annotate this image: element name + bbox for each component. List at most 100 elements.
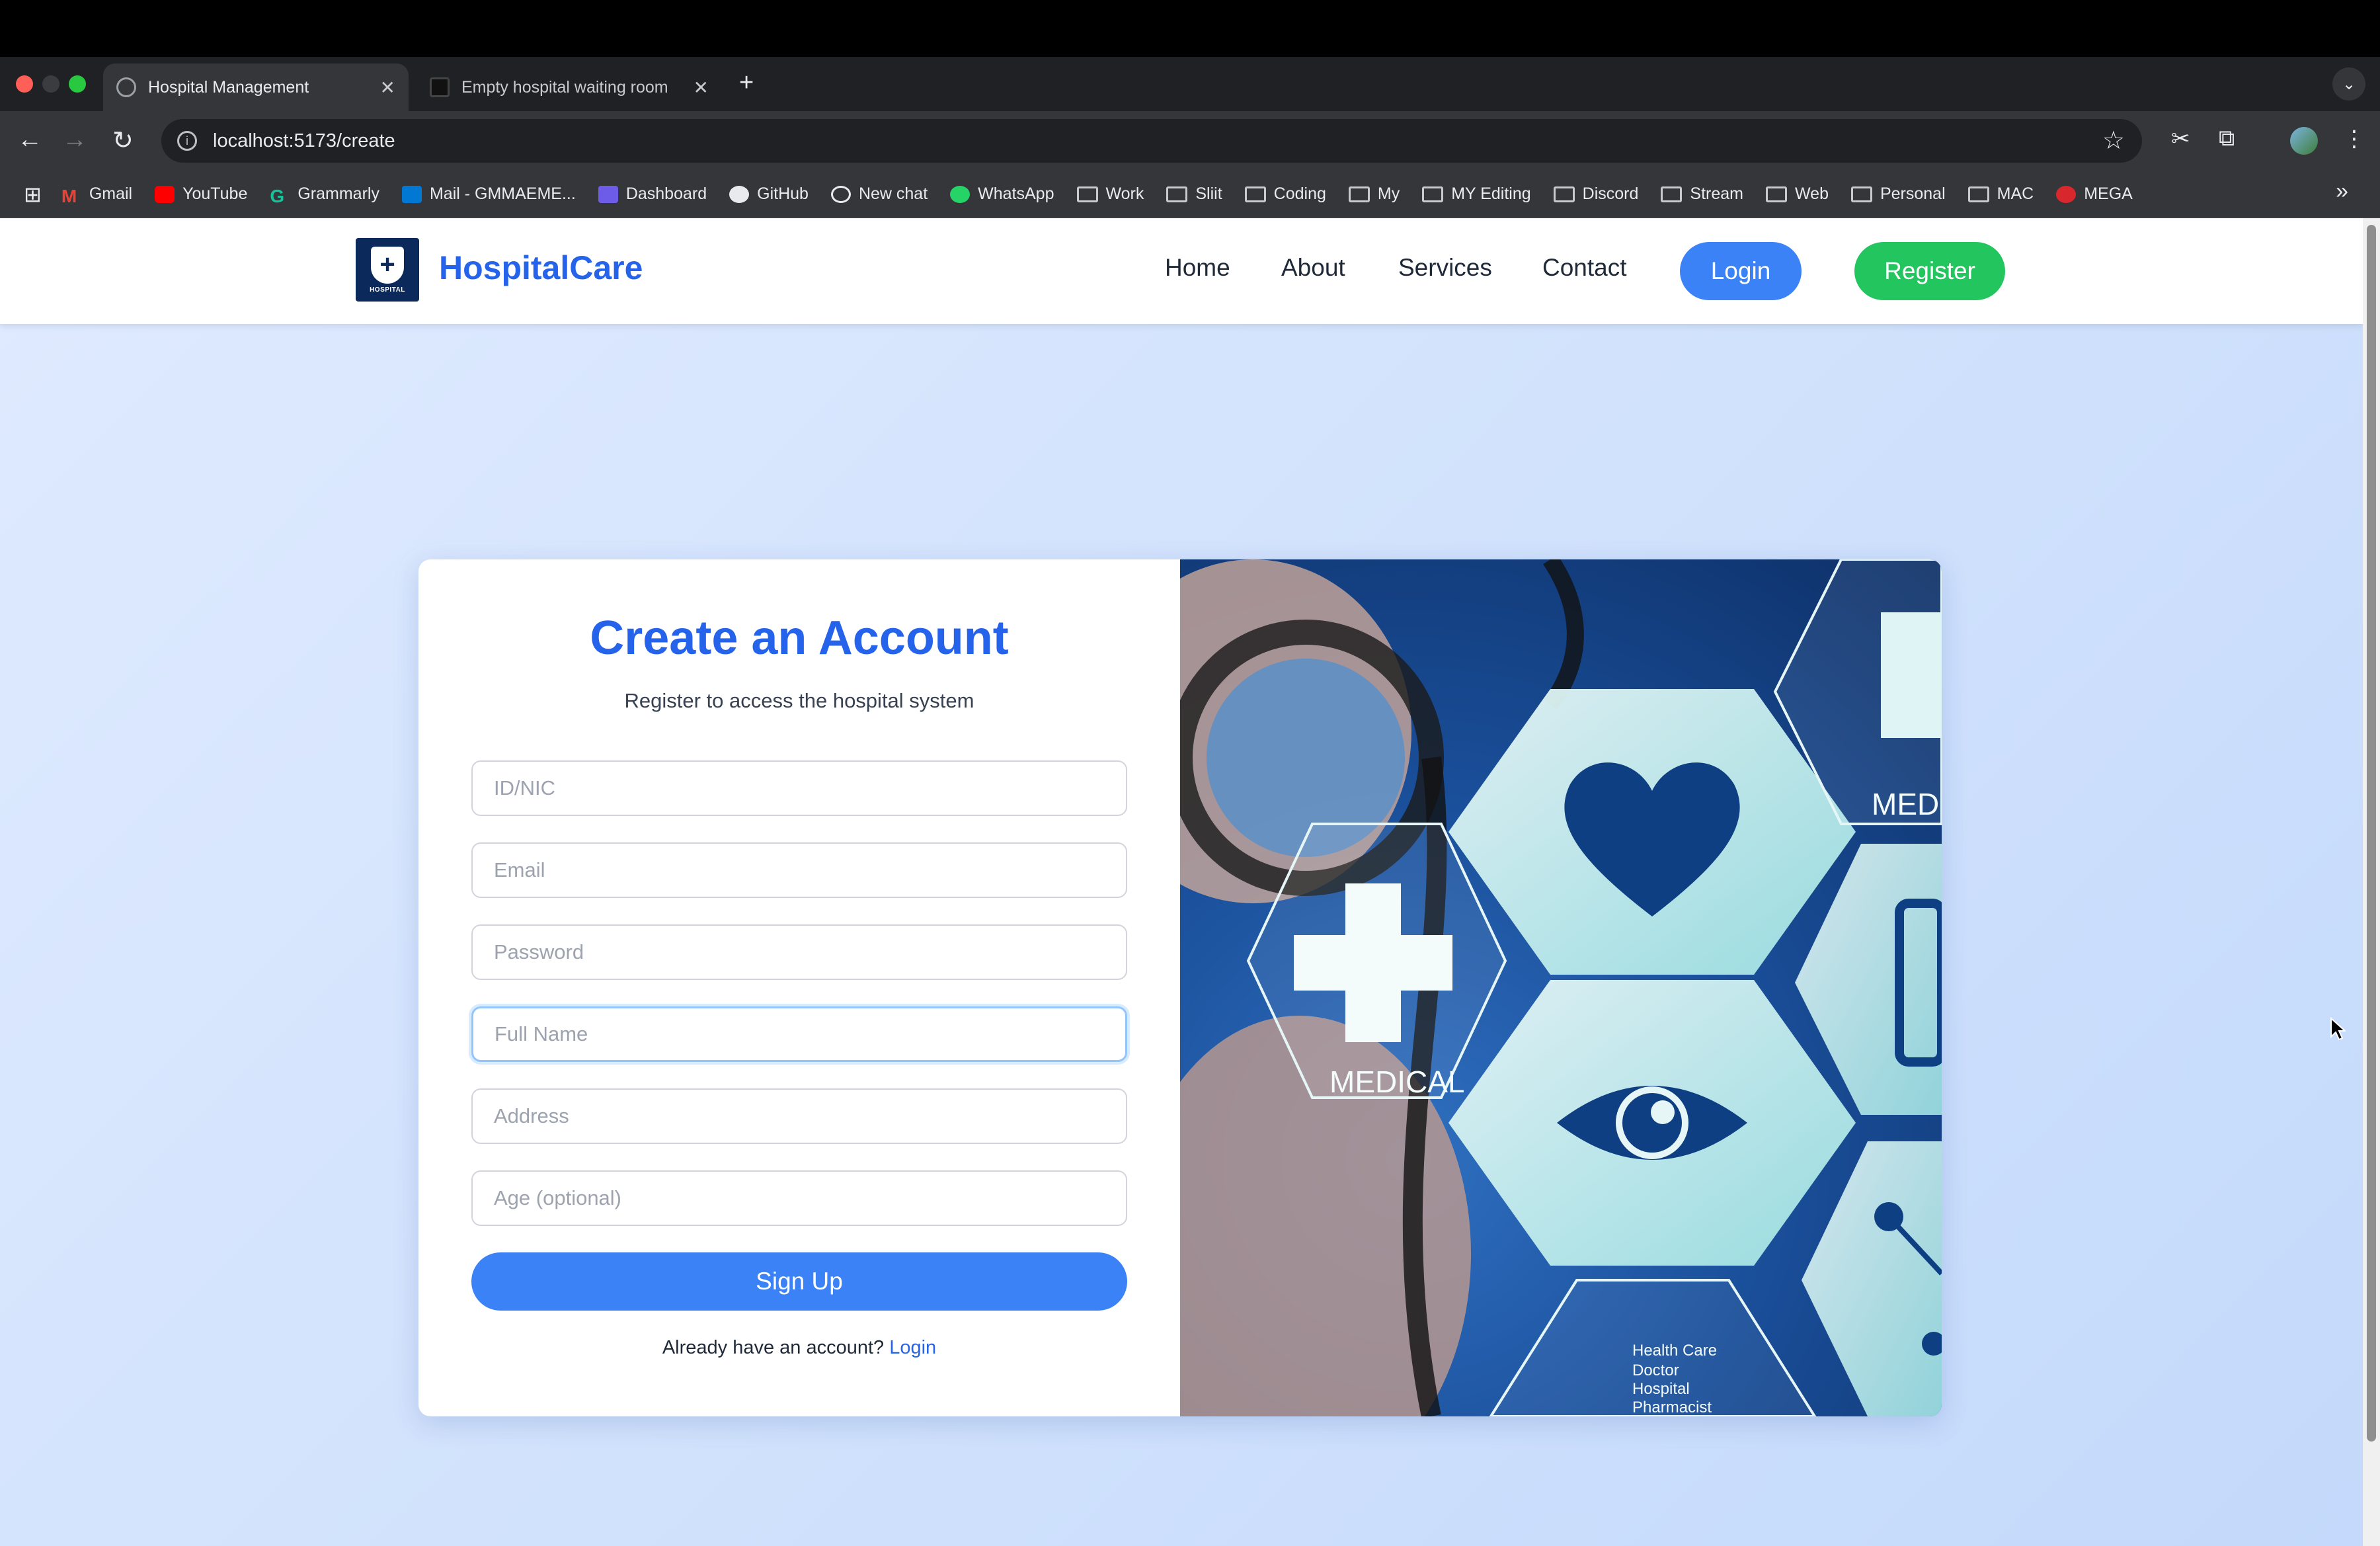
extension-icon[interactable]: ✂ [2171,126,2190,152]
close-icon[interactable]: ✕ [694,77,709,99]
bookmark-github[interactable]: GitHub [729,184,809,204]
bookmark-youtube[interactable]: YouTube [155,184,247,204]
tab-title: Hospital Management [148,77,309,97]
globe-icon [116,77,136,97]
bookmark-mega[interactable]: MEGA [2056,184,2133,204]
minimize-window-button[interactable] [42,75,60,93]
medical-illustration: MEDICAL MED Health Care Doctor Hospital … [1180,559,1942,1416]
bookmark-folder-sliit[interactable]: Sliit [1166,184,1222,204]
outlook-icon [401,185,422,203]
full-name-input[interactable] [471,1006,1127,1062]
site-info-icon[interactable]: i [177,131,197,151]
bookmark-folder-discord[interactable]: Discord [1553,184,1638,204]
login-link[interactable]: Login [889,1337,936,1358]
new-tab-button[interactable]: + [739,69,754,97]
hospital-logo[interactable]: + HOSPITAL [356,238,419,302]
password-input[interactable] [471,924,1127,980]
age-input[interactable] [471,1170,1127,1226]
nav-services-link[interactable]: Services [1398,254,1492,282]
bookmark-mail[interactable]: Mail - GMMAEME... [401,184,576,204]
nav-home-link[interactable]: Home [1165,254,1230,282]
bookmark-star-icon[interactable]: ☆ [2102,126,2125,155]
scrollbar-thumb[interactable] [2367,225,2376,1442]
bookmark-folder-stream[interactable]: Stream [1661,184,1743,204]
eye-highlight [1651,1100,1675,1124]
caption-line: Pharmacist [1632,1399,1712,1416]
bookmark-gmail[interactable]: M Gmail [61,184,132,206]
folder-icon [1850,186,1872,202]
folder-icon [1348,186,1370,202]
form-title: Create an Account [590,612,1009,665]
profile-avatar-icon[interactable] [2290,127,2318,155]
tab-waiting-room[interactable]: Empty hospital waiting room ✕ [416,63,722,111]
folder-icon [1166,186,1188,202]
med-label: MED [1872,787,1939,821]
chatgpt-icon [830,185,851,203]
address-bar[interactable]: i localhost:5173/create ☆ [161,119,2142,163]
kebab-menu-icon[interactable]: ⋮ [2343,126,2365,152]
nav-register-button[interactable]: Register [1854,242,2005,300]
login-prompt: Already have an account? Login [418,1337,1180,1359]
more-bookmarks-icon[interactable]: » [2336,179,2348,204]
shield-cross-icon: + [371,246,404,284]
cross-icon [1881,612,1942,738]
signup-form: Create an Account Register to access the… [418,559,1180,1416]
puzzle-icon[interactable]: ⧉ [2219,126,2235,151]
email-input[interactable] [471,842,1127,898]
bookmark-grammarly[interactable]: G Grammarly [270,184,379,206]
page-viewport: + HOSPITAL HospitalCare Home About Servi… [0,218,2363,1546]
caption-line: Doctor [1632,1362,1679,1379]
medical-hero-image: MEDICAL MED Health Care Doctor Hospital … [1180,559,1942,1416]
close-window-button[interactable] [16,75,33,93]
bookmark-folder-my-editing[interactable]: MY Editing [1422,184,1531,204]
bookmark-new-chat[interactable]: New chat [830,184,928,204]
github-icon [729,185,750,203]
id-nic-input[interactable] [471,760,1127,816]
caption-line: Health Care [1632,1342,1717,1360]
reload-icon[interactable]: ↻ [112,126,134,155]
logo-text: HOSPITAL [370,286,405,294]
bookmark-folder-web[interactable]: Web [1766,184,1829,204]
nav-contact-link[interactable]: Contact [1542,254,1627,282]
whatsapp-icon [950,185,971,203]
form-subtitle: Register to access the hospital system [624,689,974,712]
bookmark-folder-work[interactable]: Work [1076,184,1144,204]
molecule-hexagon [1802,1141,1942,1416]
dashboard-icon [598,185,618,203]
back-arrow-icon[interactable]: ← [17,126,42,154]
bookmark-folder-coding[interactable]: Coding [1244,184,1326,204]
forward-arrow-icon[interactable]: → [62,126,87,154]
brand-name[interactable]: HospitalCare [439,249,643,287]
cross-icon [1294,935,1452,991]
maximize-window-button[interactable] [69,75,86,93]
bookmark-folder-my[interactable]: My [1348,184,1400,204]
mouse-cursor-icon [2330,1017,2346,1041]
folder-icon [1244,186,1266,202]
bookmark-whatsapp[interactable]: WhatsApp [950,184,1054,204]
bookmark-dashboard[interactable]: Dashboard [598,184,707,204]
bookmarks-bar: ⊞ M Gmail YouTube G Grammarly Mail - GMMAE… [0,171,2380,218]
tab-search-button[interactable]: ⌄ [2332,67,2365,101]
apps-grid-icon[interactable]: ⊞ [24,182,42,207]
nav-about-link[interactable]: About [1281,254,1345,282]
sign-up-button[interactable]: Sign Up [471,1252,1127,1311]
tab-hospital-management[interactable]: Hospital Management ✕ [103,63,409,111]
site-favicon-icon [430,77,450,97]
folder-icon [1553,186,1575,202]
signup-card: Create an Account Register to access the… [418,559,1942,1416]
bookmark-folder-mac[interactable]: MAC [1967,184,2034,204]
address-input[interactable] [471,1088,1127,1144]
close-icon[interactable]: ✕ [380,77,395,99]
url-text: localhost:5173/create [213,130,395,151]
gmail-icon: M [61,185,77,206]
folder-icon [1422,186,1444,202]
bookmark-folder-personal[interactable]: Personal [1850,184,1946,204]
folder-icon [1967,186,1989,202]
page-scrollbar[interactable] [2363,218,2380,1546]
site-navbar: + HOSPITAL HospitalCare Home About Servi… [0,218,2363,324]
tab-title: Empty hospital waiting room [461,77,668,97]
mega-icon [2056,185,2077,203]
folder-icon [1076,186,1098,202]
stethoscope-tube [1543,559,1584,710]
nav-login-button[interactable]: Login [1680,242,1802,300]
